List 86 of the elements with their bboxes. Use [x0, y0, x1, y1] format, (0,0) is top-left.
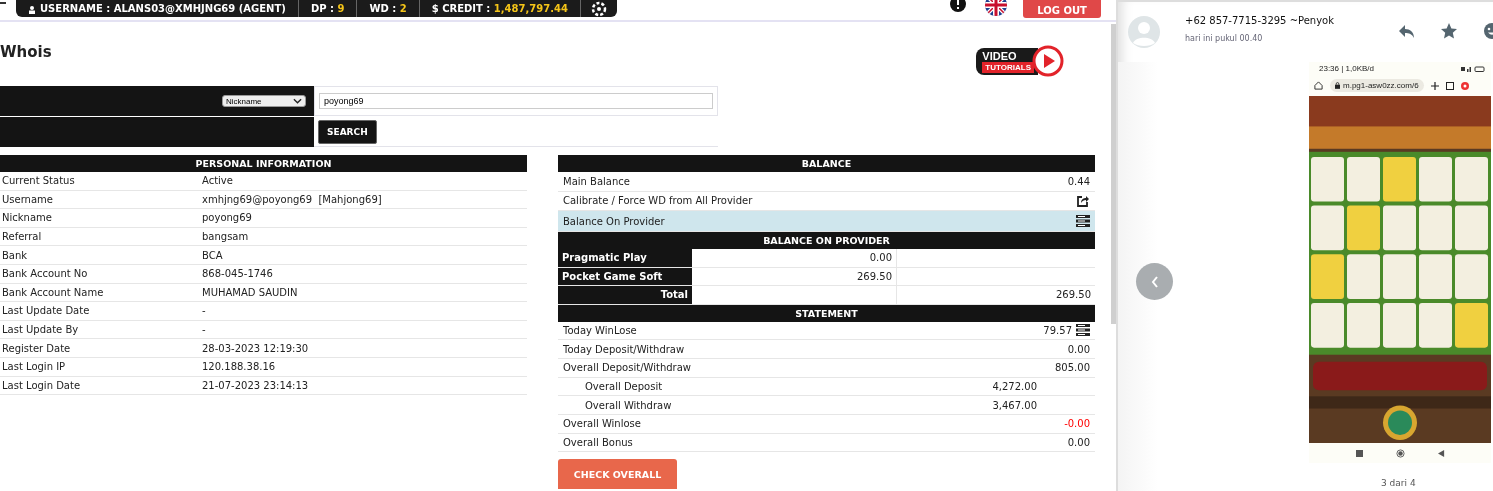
- lock-icon: [1335, 82, 1340, 89]
- field-label: Last Login Date: [1, 379, 82, 391]
- field-value: xmhjng69@poyong69 [Mahjong69]: [202, 193, 382, 205]
- provider-amount: 0.00: [692, 249, 897, 267]
- logout-button[interactable]: LOG OUT: [1023, 0, 1101, 18]
- withdraw-count: WD : 2: [369, 4, 407, 14]
- total-amount: 269.50: [1055, 288, 1092, 303]
- field-label: Nickname: [1, 212, 53, 224]
- scrollbar[interactable]: [1111, 24, 1116, 324]
- field-value: 28-03-2023 12:19:30: [202, 342, 309, 354]
- field-label: Current Status: [1, 175, 76, 187]
- statement-value: 0.00: [1067, 436, 1090, 448]
- field-label: Referral: [1, 231, 43, 243]
- statement-value: 79.57: [1043, 324, 1072, 336]
- field-value: 21-07-2023 23:14:13: [202, 379, 309, 391]
- page-title: Whois: [0, 43, 52, 61]
- field-label: Last Update By: [1, 324, 80, 336]
- statement-label: Overall Withdraw: [584, 399, 673, 411]
- statement-value: -0.00: [1064, 418, 1090, 430]
- avatar-icon: [1128, 16, 1160, 48]
- field-value: 868-045-1746: [202, 268, 273, 280]
- row-label: Balance On Provider: [563, 215, 665, 227]
- tabs-icon: [1445, 81, 1454, 90]
- home-icon: [1314, 81, 1323, 90]
- record-icon: [1460, 81, 1469, 90]
- field-label: Register Date: [1, 342, 72, 354]
- field-label: Username: [1, 193, 54, 205]
- section-header: BALANCE ON PROVIDER: [558, 232, 1095, 249]
- field-value: MUHAMAD SAUDIN: [202, 286, 298, 298]
- triangle-icon: [1437, 449, 1445, 457]
- field-value: -: [202, 324, 206, 336]
- row-label: Calibrate / Force WD from All Provider: [563, 195, 753, 207]
- signal-icon: [1461, 65, 1485, 72]
- field-label: Last Update Date: [1, 305, 91, 317]
- provider-name: Pragmatic Play: [558, 249, 692, 267]
- list-icon[interactable]: [1076, 215, 1090, 227]
- statement-label: Today WinLose: [563, 324, 638, 336]
- row-value: 0.44: [1067, 175, 1090, 187]
- field-value: Active: [202, 175, 233, 187]
- list-icon[interactable]: [1076, 324, 1090, 337]
- settings-icon: [590, 0, 607, 17]
- field-label: Bank Account Name: [1, 286, 105, 298]
- statement-value: 805.00: [1055, 362, 1090, 374]
- statement-value: 0.00: [1067, 343, 1090, 355]
- square-icon: [1355, 449, 1363, 457]
- username-label: USERNAME : ALANS03@XMHJNG69 (AGENT): [40, 4, 286, 14]
- statement-value: 4,272.00: [992, 380, 1037, 392]
- phone-status-text: 23:36 | 1,0KB/d: [1319, 64, 1374, 73]
- field-label: Bank: [1, 249, 29, 261]
- chevron-left-icon: [1150, 275, 1159, 288]
- info-icon: [950, 0, 966, 12]
- user-icon: [28, 6, 36, 14]
- chevron-icon: [293, 98, 302, 104]
- star-icon[interactable]: [1440, 22, 1458, 40]
- field-value: 120.188.38.16: [202, 361, 276, 373]
- field-value: poyong69: [202, 212, 252, 224]
- play-icon: [1032, 45, 1064, 77]
- address-bar[interactable]: m.pg1-asw0zz.com/6: [1330, 79, 1424, 92]
- credit-amount: $ CREDIT : 1,487,797.44: [431, 4, 568, 14]
- search-type-select[interactable]: Nickname: [222, 95, 306, 107]
- provider-amount: 269.50: [692, 267, 897, 285]
- search-field[interactable]: poyong69: [319, 93, 713, 109]
- section-header: PERSONAL INFORMATION: [0, 155, 527, 172]
- image-counter: 3 dari 4: [1381, 478, 1416, 488]
- plus-icon: [1430, 81, 1439, 90]
- field-value: bangsam: [202, 231, 249, 243]
- section-header: BALANCE: [558, 155, 1095, 172]
- row-label: Main Balance: [563, 175, 630, 187]
- message-time: hari ini pukul 00.40: [1185, 34, 1264, 43]
- field-label: Last Login IP: [1, 361, 67, 373]
- search-button[interactable]: SEARCH: [318, 119, 377, 144]
- statement-label: Overall Deposit: [584, 380, 664, 392]
- statement-label: Today Deposit/Withdraw: [563, 343, 686, 355]
- total-label: Total: [558, 286, 692, 304]
- flag-icon: [985, 0, 1007, 16]
- field-label: Bank Account No: [1, 268, 89, 280]
- share-icon[interactable]: [1076, 193, 1090, 208]
- field-value: BCA: [202, 249, 223, 261]
- statement-label: Overall Bonus: [563, 436, 634, 448]
- statement-label: Overall Deposit/Withdraw: [563, 362, 692, 374]
- field-value: -: [202, 305, 206, 317]
- deposit-count: DP : 9: [310, 4, 345, 14]
- circle-icon: [1395, 448, 1405, 458]
- sender-name: +62 857-7715-3295 ~Penyok: [1185, 15, 1336, 26]
- statement-value: 3,467.00: [992, 399, 1037, 411]
- statement-label: Overall Winlose: [563, 418, 642, 430]
